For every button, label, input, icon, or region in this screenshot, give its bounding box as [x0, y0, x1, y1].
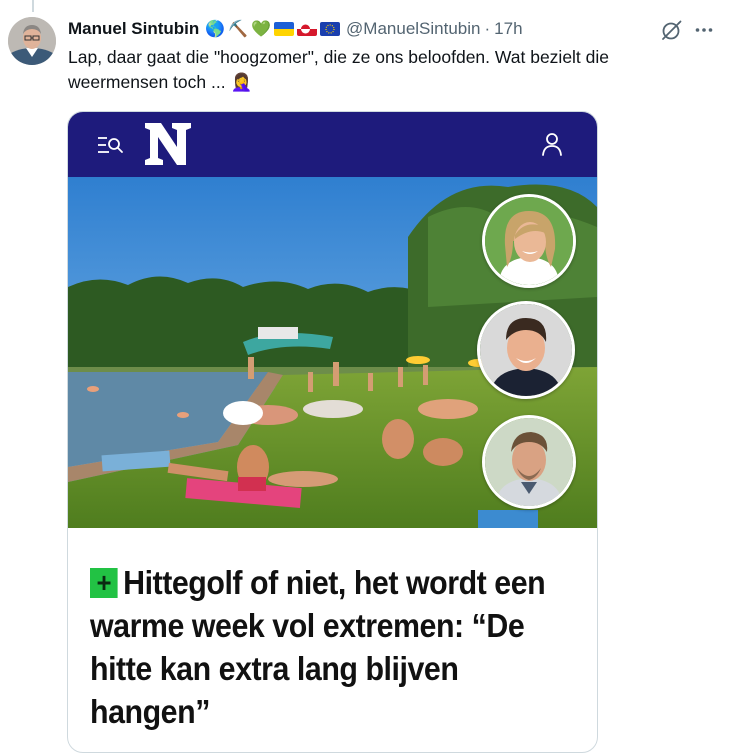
plus-badge-icon: + — [90, 568, 118, 598]
article-headline[interactable]: + Hittegolf of niet, het wordt een warme … — [90, 561, 582, 733]
post-header: Manuel Sintubin 🌎 ⛏️ 💚 @ManuelSintubin ·… — [68, 18, 628, 40]
greenland-flag-icon — [297, 22, 318, 36]
news-logo — [143, 121, 193, 167]
portrait-2 — [477, 301, 575, 399]
menu-search-icon — [97, 134, 125, 156]
avatar[interactable] — [8, 17, 56, 65]
post-text: Lap, daar gaat die "hoogzomer", die ze o… — [68, 47, 610, 92]
author-handle[interactable]: @ManuelSintubin — [346, 19, 480, 39]
post-time[interactable]: 17h — [494, 19, 522, 39]
portrait-3 — [482, 415, 576, 509]
ukraine-flag-icon — [274, 22, 295, 36]
thread-line — [32, 0, 34, 12]
news-nav-bar — [68, 112, 597, 177]
globe-emoji: 🌎 — [205, 21, 226, 38]
grok-icon[interactable] — [660, 20, 682, 42]
more-icon[interactable] — [694, 20, 714, 40]
portrait-1 — [482, 194, 576, 288]
article-photo — [68, 177, 597, 528]
separator: · — [484, 19, 491, 38]
media-card[interactable]: + Hittegolf of niet, het wordt een warme … — [67, 111, 598, 753]
name-emojis: 🌎 ⛏️ 💚 — [205, 19, 341, 39]
user-icon — [540, 131, 564, 157]
headline-text: Hittegolf of niet, het wordt een warme w… — [90, 564, 546, 730]
pick-emoji: ⛏️ — [228, 21, 249, 38]
green-heart-emoji: 💚 — [251, 21, 272, 38]
author-name[interactable]: Manuel Sintubin — [68, 19, 199, 39]
eu-flag-icon — [320, 22, 341, 36]
